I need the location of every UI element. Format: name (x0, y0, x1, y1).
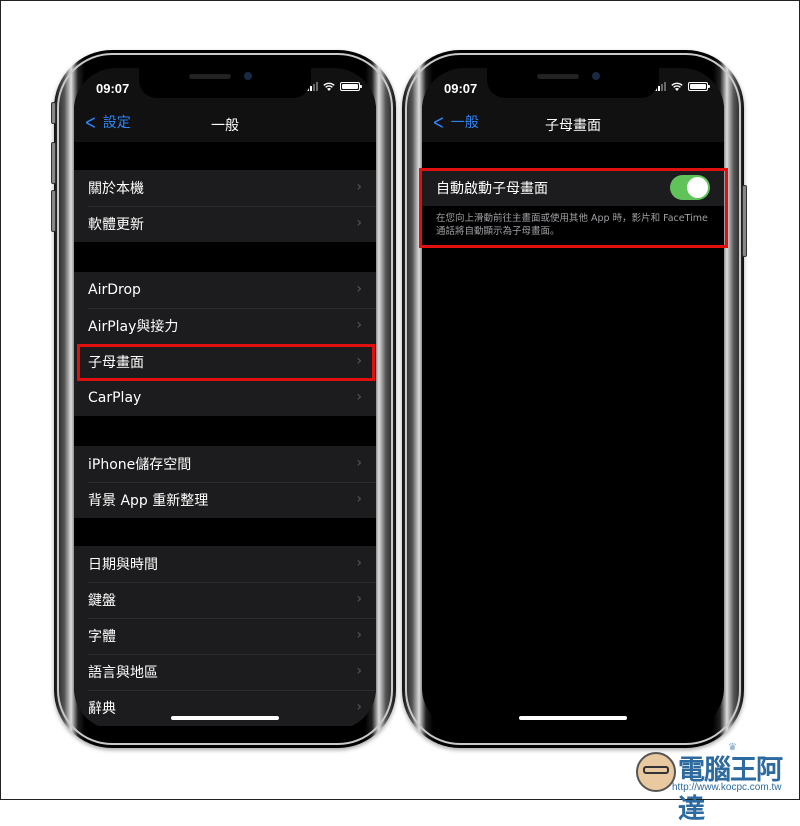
list-item-carplay[interactable]: CarPlay › (74, 380, 376, 416)
battery-icon (340, 82, 362, 91)
settings-group-locale: 日期與時間 › 鍵盤 › 字體 › 語言與地區 › 辭典 › (74, 546, 376, 726)
highlight-box-auto-pip (419, 168, 728, 248)
battery-icon (688, 82, 710, 91)
chevron-right-icon: › (356, 389, 362, 405)
chevron-right-icon: › (356, 555, 362, 571)
volume-up-button (51, 142, 56, 184)
list-item-background-app-refresh[interactable]: 背景 App 重新整理 › (74, 482, 376, 518)
screen: 09:07 < 設定 一般 關於本機 › 軟體更新 › AirDrop › Ai… (74, 68, 376, 730)
list-item-language-region[interactable]: 語言與地區 › (74, 654, 376, 690)
notch (139, 68, 311, 98)
list-item-about[interactable]: 關於本機 › (74, 170, 376, 206)
phone-right: 09:07 < 一般 子母畫面 自動啟動子母畫面 在您向上滑動前往主畫面或使用其… (402, 50, 747, 748)
chevron-right-icon: › (356, 281, 362, 297)
list-item-iphone-storage[interactable]: iPhone儲存空間 › (74, 446, 376, 482)
home-indicator[interactable] (171, 716, 279, 720)
list-item-dictionary[interactable]: 辭典 › (74, 690, 376, 726)
volume-down-button (51, 190, 56, 232)
highlight-box-pip-row (77, 344, 375, 381)
status-time: 09:07 (96, 81, 130, 96)
silent-switch (51, 102, 56, 124)
chevron-right-icon: › (356, 491, 362, 507)
list-item-airplay-handoff[interactable]: AirPlay與接力 › (74, 308, 376, 344)
chevron-right-icon: › (356, 663, 362, 679)
phone-left: 09:07 < 設定 一般 關於本機 › 軟體更新 › AirDrop › Ai… (51, 50, 396, 748)
notch (487, 68, 659, 98)
status-time: 09:07 (444, 81, 478, 96)
watermark-url: http://www.kocpc.com.tw (672, 782, 782, 793)
list-item-software-update[interactable]: 軟體更新 › (74, 206, 376, 242)
page-title: 子母畫面 (545, 118, 601, 134)
wifi-icon (323, 82, 335, 91)
settings-group-storage: iPhone儲存空間 › 背景 App 重新整理 › (74, 446, 376, 518)
mascot-logo (636, 752, 676, 792)
chevron-right-icon: › (356, 699, 362, 715)
side-power-button (742, 185, 747, 257)
chevron-right-icon: › (356, 317, 362, 333)
list-item-airdrop[interactable]: AirDrop › (74, 272, 376, 308)
chevron-right-icon: › (356, 455, 362, 471)
navigation-bar: < 設定 一般 (74, 104, 376, 142)
list-item-fonts[interactable]: 字體 › (74, 618, 376, 654)
chevron-right-icon: › (356, 179, 362, 195)
chevron-right-icon: › (356, 215, 362, 231)
list-item-date-time[interactable]: 日期與時間 › (74, 546, 376, 582)
watermark: ♛ 電腦王阿達 http://www.kocpc.com.tw (636, 742, 796, 825)
chevron-right-icon: › (356, 591, 362, 607)
navigation-bar: < 一般 子母畫面 (422, 104, 724, 142)
chevron-right-icon: › (356, 627, 362, 643)
wifi-icon (671, 82, 683, 91)
list-item-keyboard[interactable]: 鍵盤 › (74, 582, 376, 618)
page-title: 一般 (211, 118, 239, 134)
home-indicator[interactable] (519, 716, 627, 720)
settings-group-about: 關於本機 › 軟體更新 › (74, 170, 376, 242)
